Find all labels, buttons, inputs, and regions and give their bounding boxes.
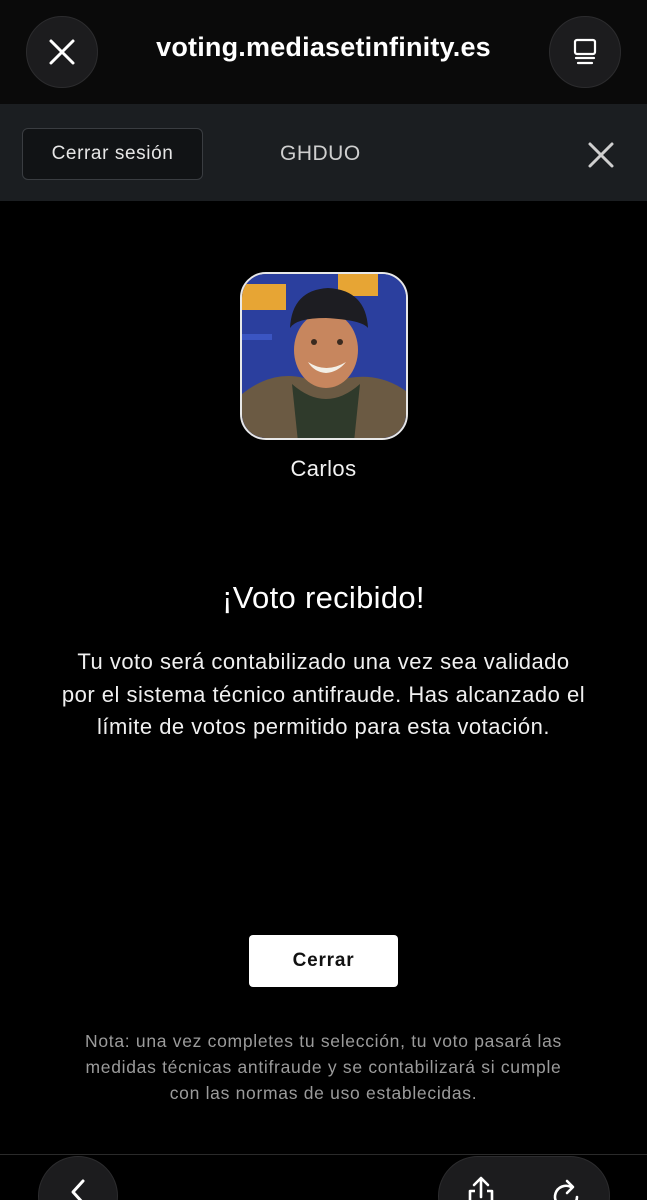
back-button[interactable]: [38, 1156, 118, 1200]
candidate-avatar: [240, 272, 408, 440]
site-header: Cerrar sesión GHDUO: [0, 104, 647, 201]
browser-close-button[interactable]: [26, 16, 98, 88]
close-button[interactable]: Cerrar: [249, 935, 398, 987]
toolbar-divider: [0, 1154, 647, 1155]
toolbar-actions: [438, 1156, 610, 1200]
page: voting.mediasetinfinity.es Cerrar sesión…: [0, 0, 647, 1200]
address-bar-url[interactable]: voting.mediasetinfinity.es: [110, 32, 537, 63]
close-icon[interactable]: [584, 138, 618, 172]
confirmation-message: Tu voto será contabilizado una vez sea v…: [61, 649, 586, 739]
candidate-name: Carlos: [290, 456, 357, 481]
logout-button[interactable]: Cerrar sesión: [22, 128, 203, 180]
reload-icon[interactable]: [549, 1175, 585, 1200]
disclaimer-note: Nota: una vez completes tu selección, tu…: [85, 1031, 562, 1103]
browser-bar: voting.mediasetinfinity.es: [0, 0, 647, 104]
tab-overview-icon: [573, 38, 597, 65]
back-icon: [71, 1179, 85, 1200]
candidate-photo: [242, 274, 406, 438]
confirmation-title: ¡Voto recibido!: [222, 580, 425, 615]
tab-overview-button[interactable]: [549, 16, 621, 88]
user-code: GHDUO: [280, 142, 361, 165]
close-icon: [49, 39, 75, 65]
share-icon[interactable]: [463, 1175, 499, 1200]
